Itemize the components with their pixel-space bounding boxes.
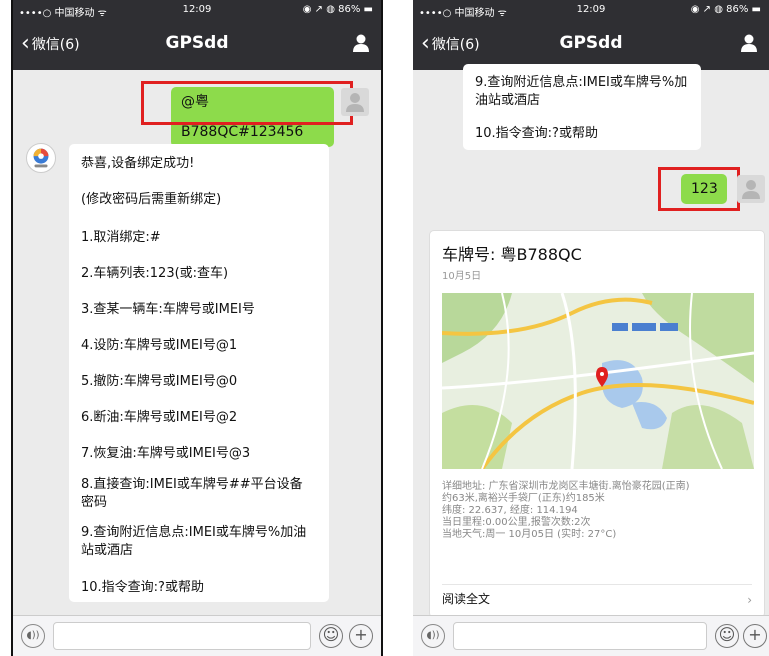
reply-line: 10.指令查询:?或帮助 [81, 580, 204, 595]
reply-line: 9.查询附近信息点:IMEI或车牌号%加油站或酒店 [475, 75, 688, 108]
reply-line: 2.车辆列表:123(或:查车) [81, 266, 229, 281]
nav-bar: ‹ 微信(6) GPSdd [13, 20, 381, 70]
plus-icon[interactable]: + [743, 624, 767, 648]
message-input[interactable] [453, 622, 707, 650]
reply-line: 5.撤防:车牌号或IMEI号@0 [81, 374, 238, 389]
reply-line: 9.查询附近信息点:IMEI或车牌号%加油站或酒店 [81, 525, 307, 558]
reply-line: 8.直接查询:IMEI或车牌号##平台设备密码 [81, 477, 303, 510]
detail-line: 纬度: 22.637, 经度: 114.194 [442, 505, 578, 516]
user-profile-icon[interactable] [351, 33, 371, 53]
voice-icon[interactable]: ◖)) [421, 624, 445, 648]
message-list[interactable]: 9.查询附近信息点:IMEI或车牌号%加油站或酒店 10.指令查询:?或帮助 1… [413, 64, 769, 618]
reply-line: 3.查某一辆车:车牌号或IMEI号 [81, 302, 255, 317]
battery-status: ◉ ↗ ◍ 86% ▬ [302, 4, 373, 15]
highlight-box [141, 81, 353, 125]
voice-icon[interactable]: ◖)) [21, 624, 45, 648]
person-icon [742, 180, 760, 199]
reply-line: 4.设防:车牌号或IMEI号@1 [81, 338, 238, 353]
battery-status: ◉ ↗ ◍ 86% ▬ [690, 4, 761, 15]
detail-line: 详细地址: 广东省深圳市龙岗区丰塘街.离怡豪花园(正南) [442, 481, 690, 492]
status-bar: ••••○ 中国移动 ᯤ 12:09 ◉ ↗ ◍ 86% ▬ [413, 0, 769, 20]
input-bar: ◖)) ☺ + [413, 615, 769, 656]
reply-line: 恭喜,设备绑定成功! [81, 156, 195, 171]
location-map[interactable] [442, 293, 754, 469]
right-phone-screen: ••••○ 中国移动 ᯤ 12:09 ◉ ↗ ◍ 86% ▬ ‹ 微信(6) G… [413, 0, 769, 656]
detail-line: 约63米,离裕兴手袋厂(正东)约185米 [442, 493, 605, 504]
reply-message-bubble[interactable]: 9.查询附近信息点:IMEI或车牌号%加油站或酒店 10.指令查询:?或帮助 [463, 64, 701, 150]
detail-line: 当日里程:0.00公里,报警次数:2次 [442, 517, 591, 528]
card-date: 10月5日 [442, 271, 482, 282]
reply-message-bubble[interactable]: 恭喜,设备绑定成功! (修改密码后需重新绑定) 1.取消绑定:# 2.车辆列表:… [69, 144, 329, 602]
chevron-right-icon: › [747, 593, 752, 607]
emoji-icon[interactable]: ☺ [319, 624, 343, 648]
reply-line: 6.断油:车牌号或IMEI号@2 [81, 410, 238, 425]
reply-line: (修改密码后需重新绑定) [81, 192, 222, 207]
nav-bar: ‹ 微信(6) GPSdd [413, 20, 769, 70]
person-icon [346, 93, 364, 112]
user-avatar[interactable] [737, 175, 765, 203]
bot-avatar[interactable] [26, 143, 56, 173]
user-profile-icon[interactable] [739, 33, 759, 53]
reply-line: 7.恢复油:车牌号或IMEI号@3 [81, 446, 251, 461]
message-input[interactable] [53, 622, 311, 650]
input-bar: ◖)) ☺ + [13, 615, 381, 656]
user-avatar[interactable] [341, 88, 369, 116]
detail-line: 当地天气:周一 10月05日 (实时: 27°C) [442, 529, 617, 540]
divider [442, 584, 752, 585]
gps-logo-icon [33, 148, 49, 168]
read-all-link[interactable]: 阅读全文 [442, 590, 490, 607]
highlight-box [658, 167, 740, 211]
location-details: 详细地址: 广东省深圳市龙岗区丰塘街.离怡豪花园(正南) 约63米,离裕兴手袋厂… [442, 481, 690, 541]
vehicle-location-card[interactable]: 车牌号: 粤B788QC 10月5日 详细地址: 广东省深圳市龙岗区丰塘街.离怡… [429, 230, 765, 618]
reply-line: 1.取消绑定:# [81, 230, 161, 245]
reply-line: 10.指令查询:?或帮助 [475, 126, 598, 141]
message-list[interactable]: @粤B788QC#123456 恭喜,设备绑定成功! (修改密码后需重新绑定) … [13, 70, 381, 616]
emoji-icon[interactable]: ☺ [715, 624, 739, 648]
chat-title: GPSdd [165, 33, 229, 53]
left-phone-screen: ••••○ 中国移动 ᯤ 12:09 ◉ ↗ ◍ 86% ▬ ‹ 微信(6) G… [11, 0, 383, 656]
plate-number: 车牌号: 粤B788QC [442, 245, 582, 264]
chat-title: GPSdd [559, 33, 623, 53]
status-bar: ••••○ 中国移动 ᯤ 12:09 ◉ ↗ ◍ 86% ▬ [13, 0, 381, 20]
plus-icon[interactable]: + [349, 624, 373, 648]
